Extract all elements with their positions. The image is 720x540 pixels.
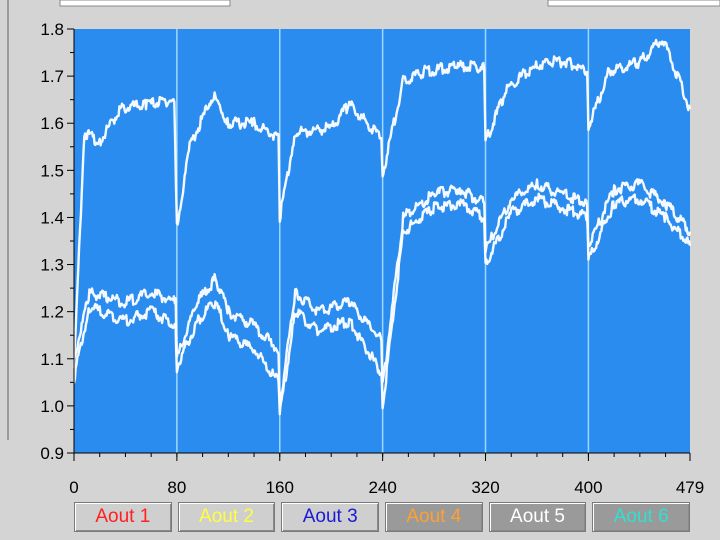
legend-item-aout6[interactable]: Aout 6 (592, 502, 691, 532)
legend-label: Aout 3 (302, 506, 358, 527)
y-tick-label: 1.2 (40, 303, 64, 322)
x-tick-label: 0 (69, 478, 78, 497)
legend-label: Aout 4 (406, 506, 462, 527)
legend-label: Aout 1 (95, 506, 151, 527)
y-tick-label: 1.5 (40, 161, 64, 180)
legend: Aout 1 Aout 2 Aout 3 Aout 4 Aout 5 Aout … (74, 502, 691, 532)
x-tick-label: 479 (676, 478, 704, 497)
legend-label: Aout 2 (199, 506, 254, 527)
y-tick-label: 1.1 (40, 350, 64, 369)
x-tick-label: 400 (574, 478, 602, 497)
legend-item-aout5[interactable]: Aout 5 (488, 502, 587, 532)
x-tick-label: 80 (167, 478, 186, 497)
legend-item-aout1[interactable]: Aout 1 (74, 502, 172, 532)
y-axis: 1.8 1.7 1.6 1.5 1.4 1.3 1.2 1.1 1.0 0.9 (40, 20, 75, 463)
y-tick-label: 1.7 (40, 67, 64, 86)
y-tick-label: 0.9 (40, 444, 64, 463)
y-tick-label: 1.8 (40, 20, 64, 39)
x-tick-label: 240 (368, 478, 396, 497)
legend-label: Aout 6 (613, 506, 669, 527)
top-frame-right (547, 0, 720, 7)
legend-item-aout3[interactable]: Aout 3 (281, 502, 380, 532)
waveform-chart: 1.8 1.7 1.6 1.5 1.4 1.3 1.2 1.1 1.0 0.9 0 80 160 240… (7, 0, 720, 497)
y-tick-label: 1.6 (40, 114, 64, 133)
legend-label: Aout 5 (510, 506, 565, 527)
x-axis: 0 80 160 240 320 400 479 (69, 452, 704, 497)
y-tick-label: 1.4 (40, 208, 64, 227)
x-tick-label: 320 (471, 478, 499, 497)
top-frame-left (59, 0, 231, 7)
legend-item-aout2[interactable]: Aout 2 (177, 502, 276, 532)
legend-item-aout4[interactable]: Aout 4 (385, 502, 483, 532)
y-tick-label: 1.0 (40, 397, 64, 416)
x-tick-label: 160 (266, 478, 294, 497)
y-tick-label: 1.3 (40, 256, 64, 275)
